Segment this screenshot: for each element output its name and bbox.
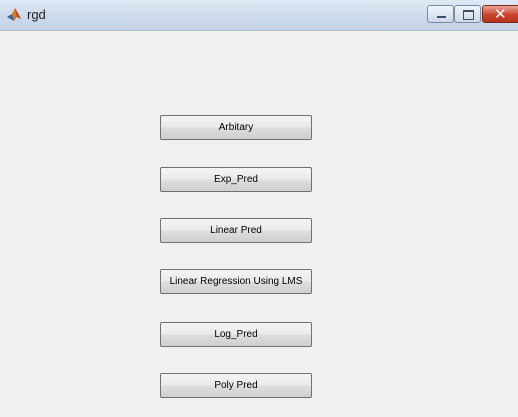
minimize-icon [437, 16, 446, 18]
figure-window: rgd ✕ Arbitary Exp_Pred Linear Pred Line… [0, 0, 518, 417]
window-title: rgd [27, 7, 46, 22]
log-pred-button[interactable]: Log_Pred [160, 322, 312, 347]
arbitary-button[interactable]: Arbitary [160, 115, 312, 140]
close-icon: ✕ [494, 5, 507, 23]
title-bar[interactable]: rgd ✕ [0, 0, 518, 31]
close-button[interactable]: ✕ [482, 5, 518, 23]
matlab-figure-icon [7, 8, 21, 21]
linear-pred-button[interactable]: Linear Pred [160, 218, 312, 243]
exp-pred-button[interactable]: Exp_Pred [160, 167, 312, 192]
poly-pred-button[interactable]: Poly Pred [160, 373, 312, 398]
linear-regression-lms-button[interactable]: Linear Regression Using LMS [160, 269, 312, 294]
maximize-icon [463, 10, 474, 20]
maximize-button[interactable] [454, 5, 481, 23]
minimize-button[interactable] [427, 5, 454, 23]
